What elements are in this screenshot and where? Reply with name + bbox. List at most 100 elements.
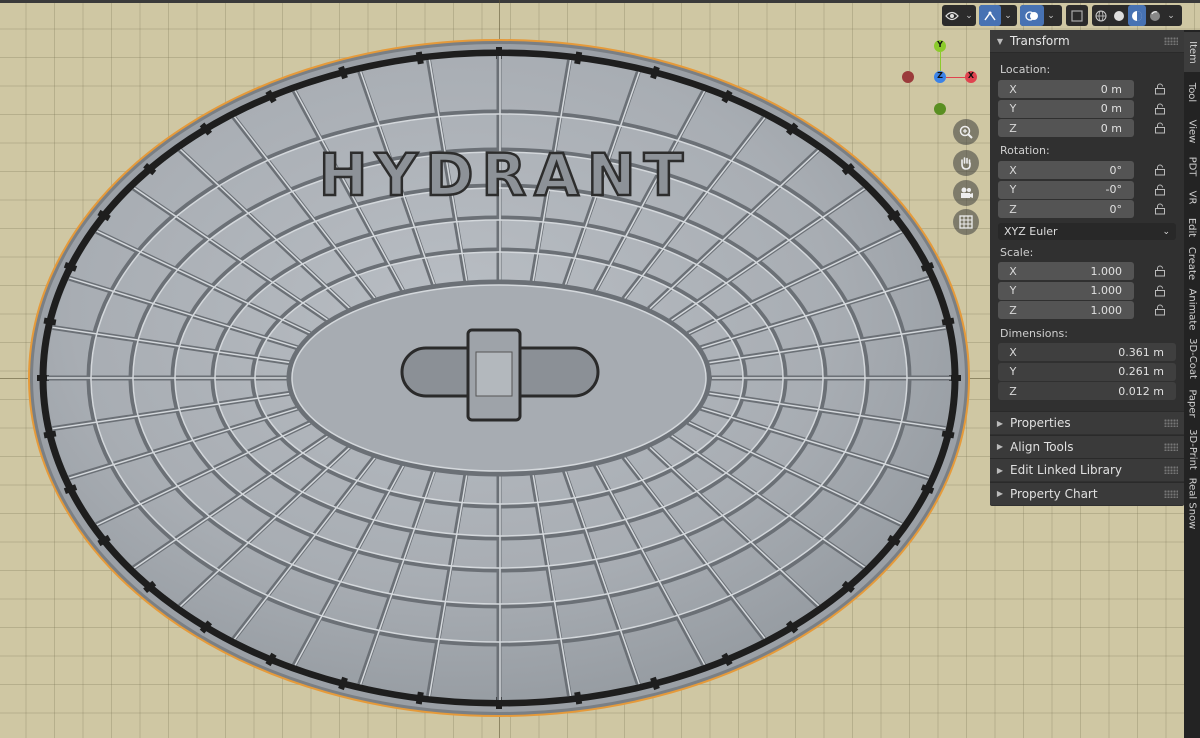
dimensions-z-field[interactable]: Z 0.012 m	[998, 382, 1176, 400]
tab-label: Tool	[1186, 82, 1198, 102]
transform-panel-header[interactable]: ▼ Transform	[990, 30, 1184, 53]
lock-icon[interactable]	[1154, 164, 1166, 176]
xray-toggle[interactable]	[1066, 5, 1088, 26]
tab-label: VR	[1186, 190, 1198, 204]
neg-y-gizmo-handle[interactable]	[934, 103, 946, 115]
overlays-icon	[1020, 5, 1044, 26]
tab-label: Edit	[1186, 217, 1198, 237]
rendered-shading-icon[interactable]	[1146, 5, 1164, 26]
tab-label: View	[1186, 119, 1198, 143]
tab-3d-coat[interactable]: 3D-Coat	[1184, 334, 1200, 382]
overlays-dropdown[interactable]: ⌄	[1020, 5, 1062, 26]
lock-icon[interactable]	[1154, 203, 1166, 215]
tab-create[interactable]: Create	[1184, 242, 1200, 284]
rotation-mode-dropdown[interactable]: XYZ Euler ⌄	[998, 223, 1176, 240]
rotation-y-field[interactable]: Y -0°	[998, 180, 1134, 199]
scale-label: Scale:	[1000, 246, 1034, 259]
scale-z-field[interactable]: Z 1.000	[998, 301, 1134, 319]
tab-label: 3D-Print	[1186, 428, 1198, 470]
drag-grip-icon[interactable]	[1164, 442, 1178, 451]
field-value: 0.261 m	[1118, 365, 1164, 378]
sidebar-n-panel: ▼ Transform Location: X 0 m Y 0 m Z 0 m Rotat…	[990, 30, 1184, 506]
tab-view[interactable]: View	[1184, 112, 1200, 150]
wireframe-shading-icon[interactable]	[1092, 5, 1110, 26]
tab-tool[interactable]: Tool	[1184, 72, 1200, 112]
material-shading-icon[interactable]	[1128, 5, 1146, 26]
solid-shading-icon[interactable]	[1110, 5, 1128, 26]
x-axis-label: X	[967, 71, 975, 80]
field-value: 0.012 m	[1118, 384, 1164, 398]
rotation-z-field[interactable]: Z 0°	[998, 200, 1134, 218]
scale-y-field[interactable]: Y 1.000	[998, 281, 1134, 300]
lock-icon[interactable]	[1154, 265, 1166, 277]
chevron-down-icon: ⌄	[1162, 226, 1170, 237]
axis-label: Y	[1009, 365, 1017, 378]
scale-x-field[interactable]: X 1.000	[998, 262, 1134, 280]
tab-label: Item	[1186, 40, 1198, 64]
tab-edit[interactable]: Edit	[1184, 212, 1200, 242]
expand-caret-icon: ▶	[996, 489, 1004, 498]
lock-icon[interactable]	[1154, 103, 1166, 115]
field-value: 1.000	[1090, 303, 1123, 317]
gizmo-icon	[979, 5, 1001, 26]
drag-grip-icon[interactable]	[1164, 37, 1178, 45]
zoom-button[interactable]	[953, 119, 979, 145]
gizmo-dropdown[interactable]: ⌄	[979, 5, 1017, 26]
expand-caret-icon: ▶	[996, 442, 1004, 451]
axis-label: X	[1009, 82, 1017, 96]
axis-label: Z	[1009, 384, 1017, 398]
drag-grip-icon[interactable]	[1164, 466, 1178, 474]
dimensions-x-field[interactable]: X 0.361 m	[998, 343, 1176, 361]
dimensions-y-field[interactable]: Y 0.261 m	[998, 362, 1176, 381]
sidebar-tabs: Item Tool View PDT VR Edit Create Animate 3D-Coa…	[1184, 30, 1200, 738]
panel-properties[interactable]: ▶ Properties	[990, 411, 1184, 434]
hydrant-embossed-text: HYDRANT	[319, 141, 691, 209]
x-axis-gizmo-handle[interactable]: X	[965, 71, 977, 83]
pan-button[interactable]	[953, 150, 979, 176]
collapse-caret-icon: ▼	[996, 36, 1004, 46]
location-y-field[interactable]: Y 0 m	[998, 99, 1134, 118]
panel-title: Properties	[1010, 416, 1071, 430]
field-value: 1.000	[1090, 264, 1123, 278]
y-axis-gizmo-handle[interactable]: Y	[934, 40, 946, 52]
lock-icon[interactable]	[1154, 184, 1166, 196]
rotation-mode-value: XYZ Euler	[1004, 225, 1058, 238]
tab-real-snow[interactable]: Real Snow	[1184, 474, 1200, 532]
field-value: 0 m	[1100, 82, 1122, 96]
neg-x-gizmo-handle[interactable]	[902, 71, 914, 83]
tab-pdt[interactable]: PDT	[1184, 150, 1200, 182]
rotation-x-field[interactable]: X 0°	[998, 161, 1134, 179]
panel-title: Property Chart	[1010, 486, 1098, 501]
visibility-dropdown[interactable]: ⌄	[942, 5, 976, 26]
manhole-cover-model[interactable]: HYDRANT	[0, 0, 1000, 738]
location-z-field[interactable]: Z 0 m	[998, 119, 1134, 137]
tab-label: Create	[1186, 246, 1198, 280]
xray-icon	[1066, 5, 1088, 26]
field-value: 0 m	[1100, 121, 1122, 135]
ortho-toggle-button[interactable]	[953, 209, 979, 235]
panel-property-chart[interactable]: ▶ Property Chart	[990, 481, 1184, 505]
tab-label: PDT	[1186, 156, 1198, 176]
axis-label: X	[1009, 345, 1017, 359]
lock-icon[interactable]	[1154, 285, 1166, 297]
tab-animate[interactable]: Animate	[1184, 284, 1200, 334]
tab-label: Real Snow	[1186, 477, 1198, 529]
drag-grip-icon[interactable]	[1164, 489, 1178, 498]
z-axis-gizmo-handle[interactable]: Z	[934, 71, 946, 83]
drag-grip-icon[interactable]	[1164, 419, 1178, 427]
panel-align-tools[interactable]: ▶ Align Tools	[990, 434, 1184, 458]
field-value: -0°	[1105, 183, 1122, 196]
dimensions-label: Dimensions:	[1000, 327, 1068, 340]
rotation-label: Rotation:	[1000, 144, 1050, 157]
shading-mode-selector[interactable]: ⌄	[1092, 5, 1182, 26]
lock-icon[interactable]	[1154, 304, 1166, 316]
lock-icon[interactable]	[1154, 122, 1166, 134]
camera-view-button[interactable]	[953, 180, 979, 206]
tab-paper[interactable]: Paper	[1184, 382, 1200, 424]
lock-icon[interactable]	[1154, 83, 1166, 95]
tab-vr[interactable]: VR	[1184, 182, 1200, 212]
tab-3d-print[interactable]: 3D-Print	[1184, 424, 1200, 474]
location-x-field[interactable]: X 0 m	[998, 80, 1134, 98]
panel-edit-linked-library[interactable]: ▶ Edit Linked Library	[990, 458, 1184, 481]
tab-item[interactable]: Item	[1184, 32, 1200, 72]
